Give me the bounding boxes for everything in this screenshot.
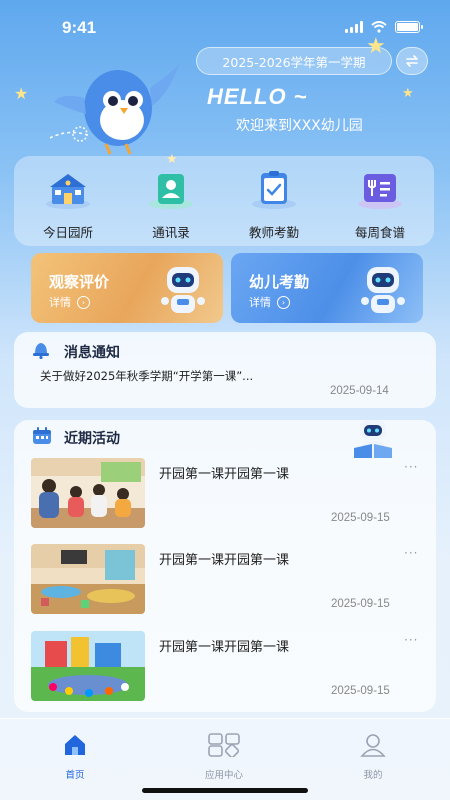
wifi-icon [371, 21, 387, 33]
cellular-signal-icon [345, 21, 363, 33]
star-icon: ★ [14, 84, 29, 103]
chevron-right-icon: › [77, 295, 90, 309]
calendar-icon [33, 427, 51, 444]
star-icon: ★ [402, 86, 414, 101]
home-icon [65, 735, 85, 755]
swap-icon [406, 55, 418, 67]
activity-date: 2025-09-15 [331, 685, 390, 697]
activity-title[interactable]: 开园第一课开园第一课 [159, 549, 289, 568]
star-icon: ★ [366, 34, 386, 59]
bird-mascot-icon [50, 62, 180, 155]
activity-title[interactable]: 开园第一课开园第一课 [159, 463, 289, 482]
activity-date: 2025-09-15 [331, 512, 390, 524]
promo-detail-label: 详情 [249, 296, 271, 309]
child-attendance-card[interactable]: 幼儿考勤 详情 › [231, 253, 423, 323]
tab-label: 首页 [65, 770, 85, 781]
tab-home[interactable]: 首页 [35, 733, 115, 781]
quick-nav-today-school[interactable]: 今日园所 [23, 170, 113, 241]
bell-icon [33, 343, 49, 359]
activity-title[interactable]: 开园第一课开园第一课 [159, 636, 289, 655]
quick-nav-label: 教师考勤 [248, 225, 299, 240]
clipboard-check-icon [252, 171, 296, 209]
promo-title: 幼儿考勤 [249, 273, 310, 291]
robot-reading-icon [354, 420, 392, 458]
robot-icon [361, 267, 405, 313]
welcome-text: 欢迎来到XXX幼儿园 [236, 118, 363, 134]
hello-text: HELLO ~ [207, 84, 308, 109]
contacts-icon [149, 174, 193, 209]
quick-nav-weekly-menu[interactable]: 每周食谱 [335, 170, 425, 241]
school-icon [46, 174, 90, 209]
user-icon [360, 734, 386, 757]
semester-selector[interactable]: 2025-2026学年第一学期 [196, 47, 392, 75]
status-icons [345, 21, 423, 33]
more-options-icon[interactable]: ··· [404, 633, 418, 647]
observation-evaluation-card[interactable]: 观察评价 详情 › [31, 253, 223, 323]
tab-label: 应用中心 [204, 770, 243, 781]
quick-nav-teacher-attendance[interactable]: 教师考勤 [229, 170, 319, 241]
quick-nav-label: 每周食谱 [354, 225, 405, 240]
more-options-icon[interactable]: ··· [404, 546, 418, 560]
activity-date: 2025-09-15 [331, 598, 390, 610]
promo-title: 观察评价 [49, 273, 110, 291]
home-indicator [142, 788, 308, 793]
activities-title: 近期活动 [64, 431, 120, 447]
quick-nav-label: 今日园所 [42, 225, 93, 240]
status-time: 9:41 [62, 18, 97, 37]
promo-detail-link[interactable]: 详情 › [249, 294, 290, 310]
more-options-icon[interactable]: ··· [404, 460, 418, 474]
notice-date: 2025-09-14 [330, 385, 389, 397]
menu-utensils-icon [358, 174, 402, 209]
quick-nav-label: 通讯录 [152, 225, 190, 240]
switch-semester-button[interactable] [396, 47, 428, 75]
activity-image[interactable] [31, 631, 145, 701]
tab-app-center[interactable]: 应用中心 [184, 733, 264, 781]
robot-icon [161, 267, 205, 313]
promo-detail-link[interactable]: 详情 › [49, 294, 90, 310]
quick-nav-contacts[interactable]: 通讯录 [126, 170, 216, 241]
promo-detail-label: 详情 [49, 296, 71, 309]
chevron-right-icon: › [277, 295, 290, 309]
activity-image[interactable] [31, 458, 145, 528]
activity-image[interactable] [31, 544, 145, 614]
app-grid-icon [208, 733, 240, 759]
battery-icon [395, 21, 423, 33]
notice-title: 消息通知 [64, 345, 120, 361]
tab-profile[interactable]: 我的 [333, 733, 413, 781]
notice-text[interactable]: 关于做好2025年秋季学期“开学第一课”... [40, 368, 253, 384]
tab-label: 我的 [363, 770, 383, 781]
